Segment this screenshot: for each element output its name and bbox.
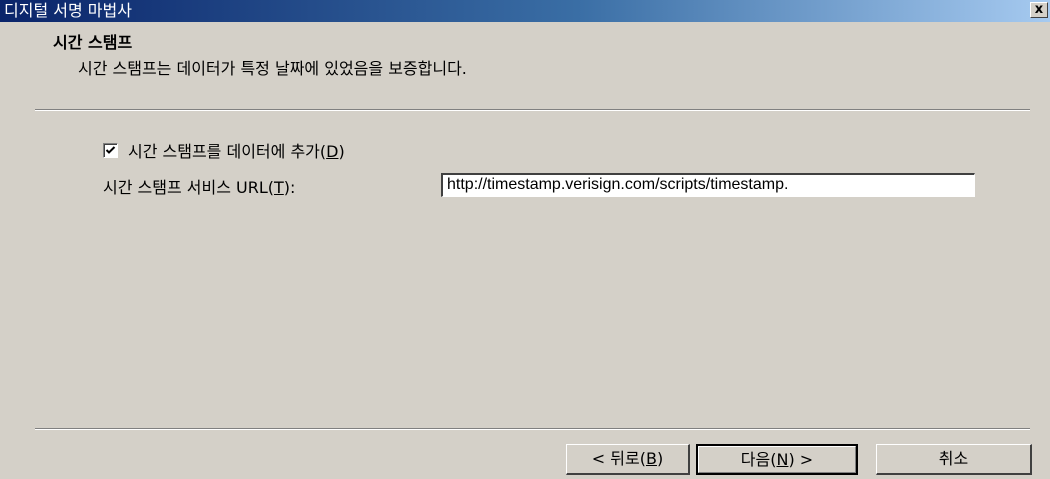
close-icon: x xyxy=(1034,2,1044,17)
header-divider xyxy=(35,109,1030,111)
checkmark-icon xyxy=(105,145,116,154)
close-button[interactable]: x xyxy=(1030,2,1048,18)
add-timestamp-checkbox[interactable] xyxy=(103,142,118,158)
footer-divider xyxy=(35,428,1030,430)
page-subtitle: 시간 스탬프는 데이터가 특정 날짜에 있었음을 보증합니다. xyxy=(78,59,467,78)
page-title: 시간 스탬프 xyxy=(53,33,133,52)
cancel-button[interactable]: 취소 xyxy=(876,444,1032,475)
next-button[interactable]: 다음(N) > xyxy=(696,444,858,475)
window-title: 디지털 서명 마법사 xyxy=(4,1,132,20)
wizard-header: 시간 스탬프 시간 스탬프는 데이터가 특정 날짜에 있었음을 보증합니다. xyxy=(0,22,1050,110)
title-bar[interactable]: 디지털 서명 마법사 x xyxy=(0,0,1050,22)
back-button[interactable]: < 뒤로(B) xyxy=(566,444,690,475)
add-timestamp-option[interactable]: 시간 스탬프를 데이터에 추가(D) xyxy=(103,140,345,161)
digital-signature-wizard-window: 디지털 서명 마법사 x 시간 스탬프 시간 스탬프는 데이터가 특정 날짜에 … xyxy=(0,0,1050,479)
timestamp-url-input[interactable]: http://timestamp.verisign.com/scripts/ti… xyxy=(441,173,975,197)
add-timestamp-label: 시간 스탬프를 데이터에 추가(D) xyxy=(128,142,345,161)
timestamp-url-label: 시간 스탬프 서비스 URL(T): xyxy=(103,178,296,197)
